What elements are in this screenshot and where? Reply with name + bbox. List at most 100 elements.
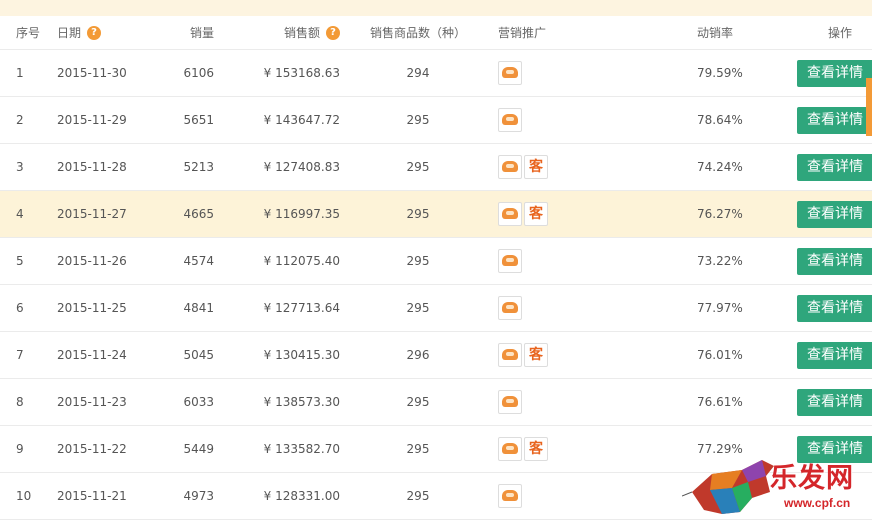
table-row: 2 2015-11-29 5651 ¥ 143647.72 295 78.64% 查看详情	[0, 97, 872, 144]
header-date: 日期?	[57, 16, 157, 49]
row-quantity: 5449	[183, 442, 214, 456]
row-product-count: 295	[406, 301, 430, 315]
row-sell-through-rate: 76.01%	[697, 348, 743, 362]
row-amount: ¥ 153168.63	[263, 66, 340, 80]
row-promotion: 客	[498, 191, 618, 237]
view-details-button[interactable]: 查看详情	[797, 153, 872, 181]
row-amount: ¥ 128331.00	[263, 489, 340, 503]
row-promotion: 客	[498, 332, 618, 378]
row-promotion	[498, 473, 618, 519]
help-icon[interactable]: ?	[87, 25, 102, 40]
row-quantity: 4841	[183, 301, 214, 315]
row-sell-through-rate: 77.97%	[697, 301, 743, 315]
bull-logo-icon	[681, 460, 774, 514]
ke-badge-icon[interactable]: 客	[524, 202, 548, 226]
row-promotion	[498, 379, 618, 425]
promotion-icon[interactable]	[498, 343, 522, 367]
table-row: 3 2015-11-28 5213 ¥ 127408.83 295 客 74.24% 查看详情	[0, 144, 872, 191]
ke-badge-icon[interactable]: 客	[524, 155, 548, 179]
row-amount: ¥ 130415.30	[263, 348, 340, 362]
view-details-button[interactable]: 查看详情	[797, 59, 872, 87]
promotion-icon[interactable]	[498, 108, 522, 132]
row-quantity: 4574	[183, 254, 214, 268]
row-operation: 查看详情	[797, 50, 872, 96]
row-index: 7	[16, 348, 24, 362]
row-index: 3	[16, 160, 24, 174]
row-promotion	[498, 238, 618, 284]
row-amount: ¥ 116997.35	[263, 207, 340, 221]
row-index: 1	[16, 66, 24, 80]
row-date: 2015-11-25	[57, 301, 127, 315]
header-promotion: 营销推广	[498, 26, 547, 40]
row-operation: 查看详情	[797, 379, 872, 425]
row-product-count: 295	[406, 254, 430, 268]
row-date: 2015-11-24	[57, 348, 127, 362]
row-product-count: 295	[406, 489, 430, 503]
view-details-button[interactable]: 查看详情	[797, 106, 872, 134]
row-product-count: 296	[406, 348, 430, 362]
row-date: 2015-11-27	[57, 207, 127, 221]
row-promotion	[498, 97, 618, 143]
promotion-icon[interactable]	[498, 390, 522, 414]
row-promotion	[498, 50, 618, 96]
row-date: 2015-11-29	[57, 113, 127, 127]
row-amount: ¥ 127408.83	[263, 160, 340, 174]
row-quantity: 4665	[183, 207, 214, 221]
row-sell-through-rate: 76.61%	[697, 395, 743, 409]
table-row: 1 2015-11-30 6106 ¥ 153168.63 294 79.59% 查看详情	[0, 50, 872, 97]
row-sell-through-rate: 73.22%	[697, 254, 743, 268]
row-operation: 查看详情	[797, 332, 872, 378]
row-date: 2015-11-23	[57, 395, 127, 409]
row-product-count: 295	[406, 395, 430, 409]
row-index: 4	[16, 207, 24, 221]
header-quantity: 销量	[189, 26, 214, 40]
row-amount: ¥ 112075.40	[263, 254, 340, 268]
row-index: 9	[16, 442, 24, 456]
watermark-logo: 乐发网 www.cpf.cn	[681, 452, 872, 521]
promotion-icon[interactable]	[498, 61, 522, 85]
table-row: 5 2015-11-26 4574 ¥ 112075.40 295 73.22% 查看详情	[0, 238, 872, 285]
promotion-icon[interactable]	[498, 249, 522, 273]
header-amount: 销售额?	[240, 16, 340, 49]
ke-badge-icon[interactable]: 客	[524, 343, 548, 367]
promotion-icon[interactable]	[498, 202, 522, 226]
row-product-count: 295	[406, 160, 430, 174]
row-product-count: 295	[406, 207, 430, 221]
help-icon[interactable]: ?	[326, 25, 340, 40]
promotion-icon[interactable]	[498, 296, 522, 320]
row-date: 2015-11-26	[57, 254, 127, 268]
promotion-icon[interactable]	[498, 155, 522, 179]
view-details-button[interactable]: 查看详情	[797, 341, 872, 369]
row-product-count: 295	[406, 442, 430, 456]
table-row: 7 2015-11-24 5045 ¥ 130415.30 296 客 76.01% 查看详情	[0, 332, 872, 379]
row-sell-through-rate: 78.64%	[697, 113, 743, 127]
row-promotion: 客	[498, 144, 618, 190]
view-details-button[interactable]: 查看详情	[797, 200, 872, 228]
table-row: 8 2015-11-23 6033 ¥ 138573.30 295 76.61% 查看详情	[0, 379, 872, 426]
header-sell-through-rate: 动销率	[697, 26, 734, 40]
ke-badge-icon[interactable]: 客	[524, 437, 548, 461]
summary-bar	[0, 0, 872, 16]
promotion-icon[interactable]	[498, 437, 522, 461]
row-sell-through-rate: 79.59%	[697, 66, 743, 80]
row-date: 2015-11-28	[57, 160, 127, 174]
view-details-button[interactable]: 查看详情	[797, 247, 872, 275]
scroll-handle[interactable]	[866, 78, 872, 136]
row-product-count: 295	[406, 113, 430, 127]
row-operation: 查看详情	[797, 144, 872, 190]
table-row: 6 2015-11-25 4841 ¥ 127713.64 295 77.97% 查看详情	[0, 285, 872, 332]
row-quantity: 5651	[183, 113, 214, 127]
promotion-icon[interactable]	[498, 484, 522, 508]
row-date: 2015-11-30	[57, 66, 127, 80]
row-quantity: 6106	[183, 66, 214, 80]
row-operation: 查看详情	[797, 238, 872, 284]
view-details-button[interactable]: 查看详情	[797, 294, 872, 322]
row-operation: 查看详情	[797, 191, 872, 237]
row-index: 6	[16, 301, 24, 315]
view-details-button[interactable]: 查看详情	[797, 388, 872, 416]
header-index: 序号	[16, 26, 41, 40]
row-operation: 查看详情	[797, 97, 872, 143]
row-quantity: 6033	[183, 395, 214, 409]
row-quantity: 4973	[183, 489, 214, 503]
table-header: 序号 日期? 销量 销售额? 销售商品数（种） 营销推广 动销率 操作	[0, 16, 872, 50]
